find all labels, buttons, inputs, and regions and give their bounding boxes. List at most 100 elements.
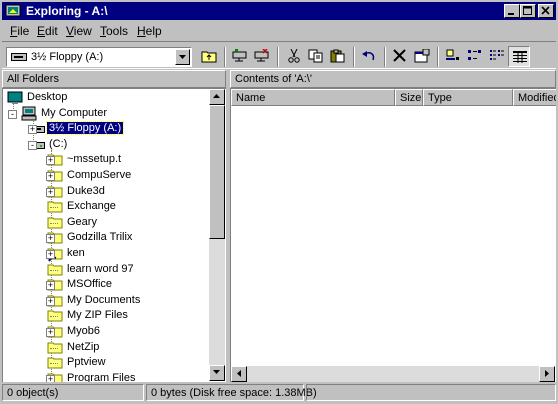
tree-item-label[interactable]: Pptview — [65, 356, 108, 368]
map-network-drive-button[interactable] — [229, 46, 251, 67]
scroll-down-button[interactable] — [209, 365, 225, 381]
tree-item[interactable]: Geary — [3, 216, 207, 231]
title-bar[interactable]: Exploring - A:\ — [2, 2, 556, 20]
undo-button[interactable] — [358, 46, 380, 67]
tree-item-label[interactable]: Desktop — [25, 91, 69, 103]
properties-button[interactable] — [411, 46, 433, 67]
tree-item-label[interactable]: My Computer — [39, 107, 109, 119]
tree-item[interactable]: Myob6 + — [3, 325, 207, 340]
tree-item[interactable]: My ZIP Files — [3, 309, 207, 324]
minimize-button[interactable] — [504, 4, 520, 18]
small-icons-icon — [468, 50, 481, 60]
list-button[interactable] — [486, 46, 508, 67]
cut-button[interactable] — [283, 46, 305, 67]
tree-item-label[interactable]: Duke3d — [65, 185, 107, 197]
large-icons-icon — [446, 49, 459, 60]
drive-dropdown-button[interactable] — [175, 49, 190, 65]
maximize-icon — [523, 6, 532, 15]
tree-item-label[interactable]: My ZIP Files — [65, 309, 130, 321]
tree-item[interactable]: Duke3d + — [3, 185, 207, 200]
tree-vertical-scrollbar[interactable] — [209, 89, 225, 381]
toolbar-separator — [437, 47, 439, 67]
status-extra — [306, 384, 556, 401]
menu-file[interactable]: File — [10, 24, 29, 38]
large-icons-button[interactable] — [442, 46, 464, 67]
tree-item-label[interactable]: NetZip — [65, 341, 101, 353]
collapse-toggle[interactable]: - — [28, 140, 37, 150]
menu-edit[interactable]: Edit — [37, 24, 58, 38]
drive-select[interactable]: 3½ Floppy (A:) — [6, 47, 192, 67]
tree-item[interactable]: CompuServe + — [3, 169, 207, 184]
expand-toggle[interactable]: + — [46, 374, 55, 382]
tree-item-label[interactable]: Godzilla Trilix — [65, 231, 134, 243]
expand-toggle[interactable]: + — [46, 171, 55, 181]
tree-item-label[interactable]: ken — [65, 247, 87, 259]
tree-item[interactable]: ~mssetup.t + — [3, 153, 207, 168]
folder-tree[interactable]: Desktop My Computer -3½ Floppy (A:) + (C:) - ~… — [2, 88, 226, 382]
arrow-left-icon — [237, 370, 241, 377]
menu-tools[interactable]: Tools — [100, 24, 128, 38]
tree-item-label[interactable]: Exchange — [65, 200, 118, 212]
map-network-drive-icon — [232, 49, 247, 62]
scroll-up-button[interactable] — [209, 89, 225, 105]
tree-item[interactable]: Pptview — [3, 356, 207, 371]
minimize-icon — [508, 13, 514, 15]
tree-connector — [50, 207, 58, 209]
tree-item-label[interactable]: MSOffice — [65, 278, 114, 290]
tree-item-label[interactable]: My Documents — [65, 294, 142, 306]
expand-toggle[interactable]: + — [46, 155, 55, 166]
expand-toggle[interactable]: + — [46, 249, 55, 259]
scroll-thumb[interactable] — [209, 105, 225, 239]
tree-item-label[interactable]: ~mssetup.t — [65, 153, 123, 165]
tree-item-label[interactable]: (C:) — [47, 138, 69, 150]
tree-item-label[interactable]: learn word 97 — [65, 263, 136, 275]
chevron-down-icon — [179, 55, 186, 59]
tree-item-label[interactable]: Myob6 — [65, 325, 102, 337]
column-type[interactable]: Type — [423, 89, 513, 106]
expand-toggle[interactable]: + — [46, 187, 55, 197]
tree-item[interactable]: Godzilla Trilix + — [3, 231, 207, 246]
tree-item[interactable]: Desktop — [3, 91, 207, 106]
expand-toggle[interactable]: + — [28, 124, 37, 135]
maximize-button[interactable] — [520, 4, 536, 18]
tree-item[interactable]: 3½ Floppy (A:) + — [3, 121, 207, 137]
tree-item[interactable]: My Documents + — [3, 294, 207, 309]
tree-connector — [50, 347, 58, 349]
tree-item-label[interactable]: Program Files — [65, 372, 137, 382]
expand-toggle[interactable]: + — [46, 233, 55, 244]
tree-item[interactable]: learn word 97 — [3, 263, 207, 278]
scroll-left-button[interactable] — [231, 366, 247, 382]
status-free-space-text: 0 bytes (Disk free space: 1.38MB) — [151, 387, 317, 399]
column-size[interactable]: Size — [395, 89, 423, 106]
tree-item[interactable]: Program Files + — [3, 372, 207, 382]
expand-toggle[interactable]: + — [46, 296, 55, 306]
tree-item[interactable]: Exchange — [3, 200, 207, 215]
tree-item-label[interactable]: Geary — [65, 216, 99, 228]
expand-toggle[interactable]: + — [46, 280, 55, 291]
column-name[interactable]: Name — [231, 89, 395, 106]
details-button[interactable] — [508, 46, 530, 67]
menu-view[interactable]: View — [66, 24, 92, 38]
tree-item-label[interactable]: CompuServe — [65, 169, 133, 181]
paste-button[interactable] — [327, 46, 349, 67]
disconnect-drive-button[interactable] — [251, 46, 273, 67]
tree-item[interactable]: NetZip — [3, 341, 207, 356]
close-button[interactable] — [538, 4, 554, 18]
collapse-toggle[interactable]: - — [8, 109, 17, 119]
expand-toggle[interactable]: + — [46, 327, 55, 337]
tree-item[interactable]: (C:) - — [3, 138, 207, 153]
tree-item[interactable]: My Computer - — [3, 106, 207, 122]
column-modified[interactable]: Modified — [513, 89, 556, 106]
scroll-right-button[interactable] — [539, 366, 555, 382]
menu-help[interactable]: Help — [137, 24, 162, 38]
contents-horizontal-scrollbar[interactable] — [231, 366, 555, 382]
copy-button[interactable] — [305, 46, 327, 67]
delete-button[interactable] — [389, 46, 411, 67]
contents-list[interactable]: Name Size Type Modified — [230, 88, 556, 382]
explorer-app-icon[interactable] — [5, 3, 21, 19]
tree-item[interactable]: ken + — [3, 247, 207, 262]
tree-item[interactable]: MSOffice + — [3, 278, 207, 293]
up-one-level-button[interactable] — [198, 46, 220, 67]
small-icons-button[interactable] — [464, 46, 486, 67]
tree-item-label[interactable]: 3½ Floppy (A:) — [45, 121, 125, 136]
